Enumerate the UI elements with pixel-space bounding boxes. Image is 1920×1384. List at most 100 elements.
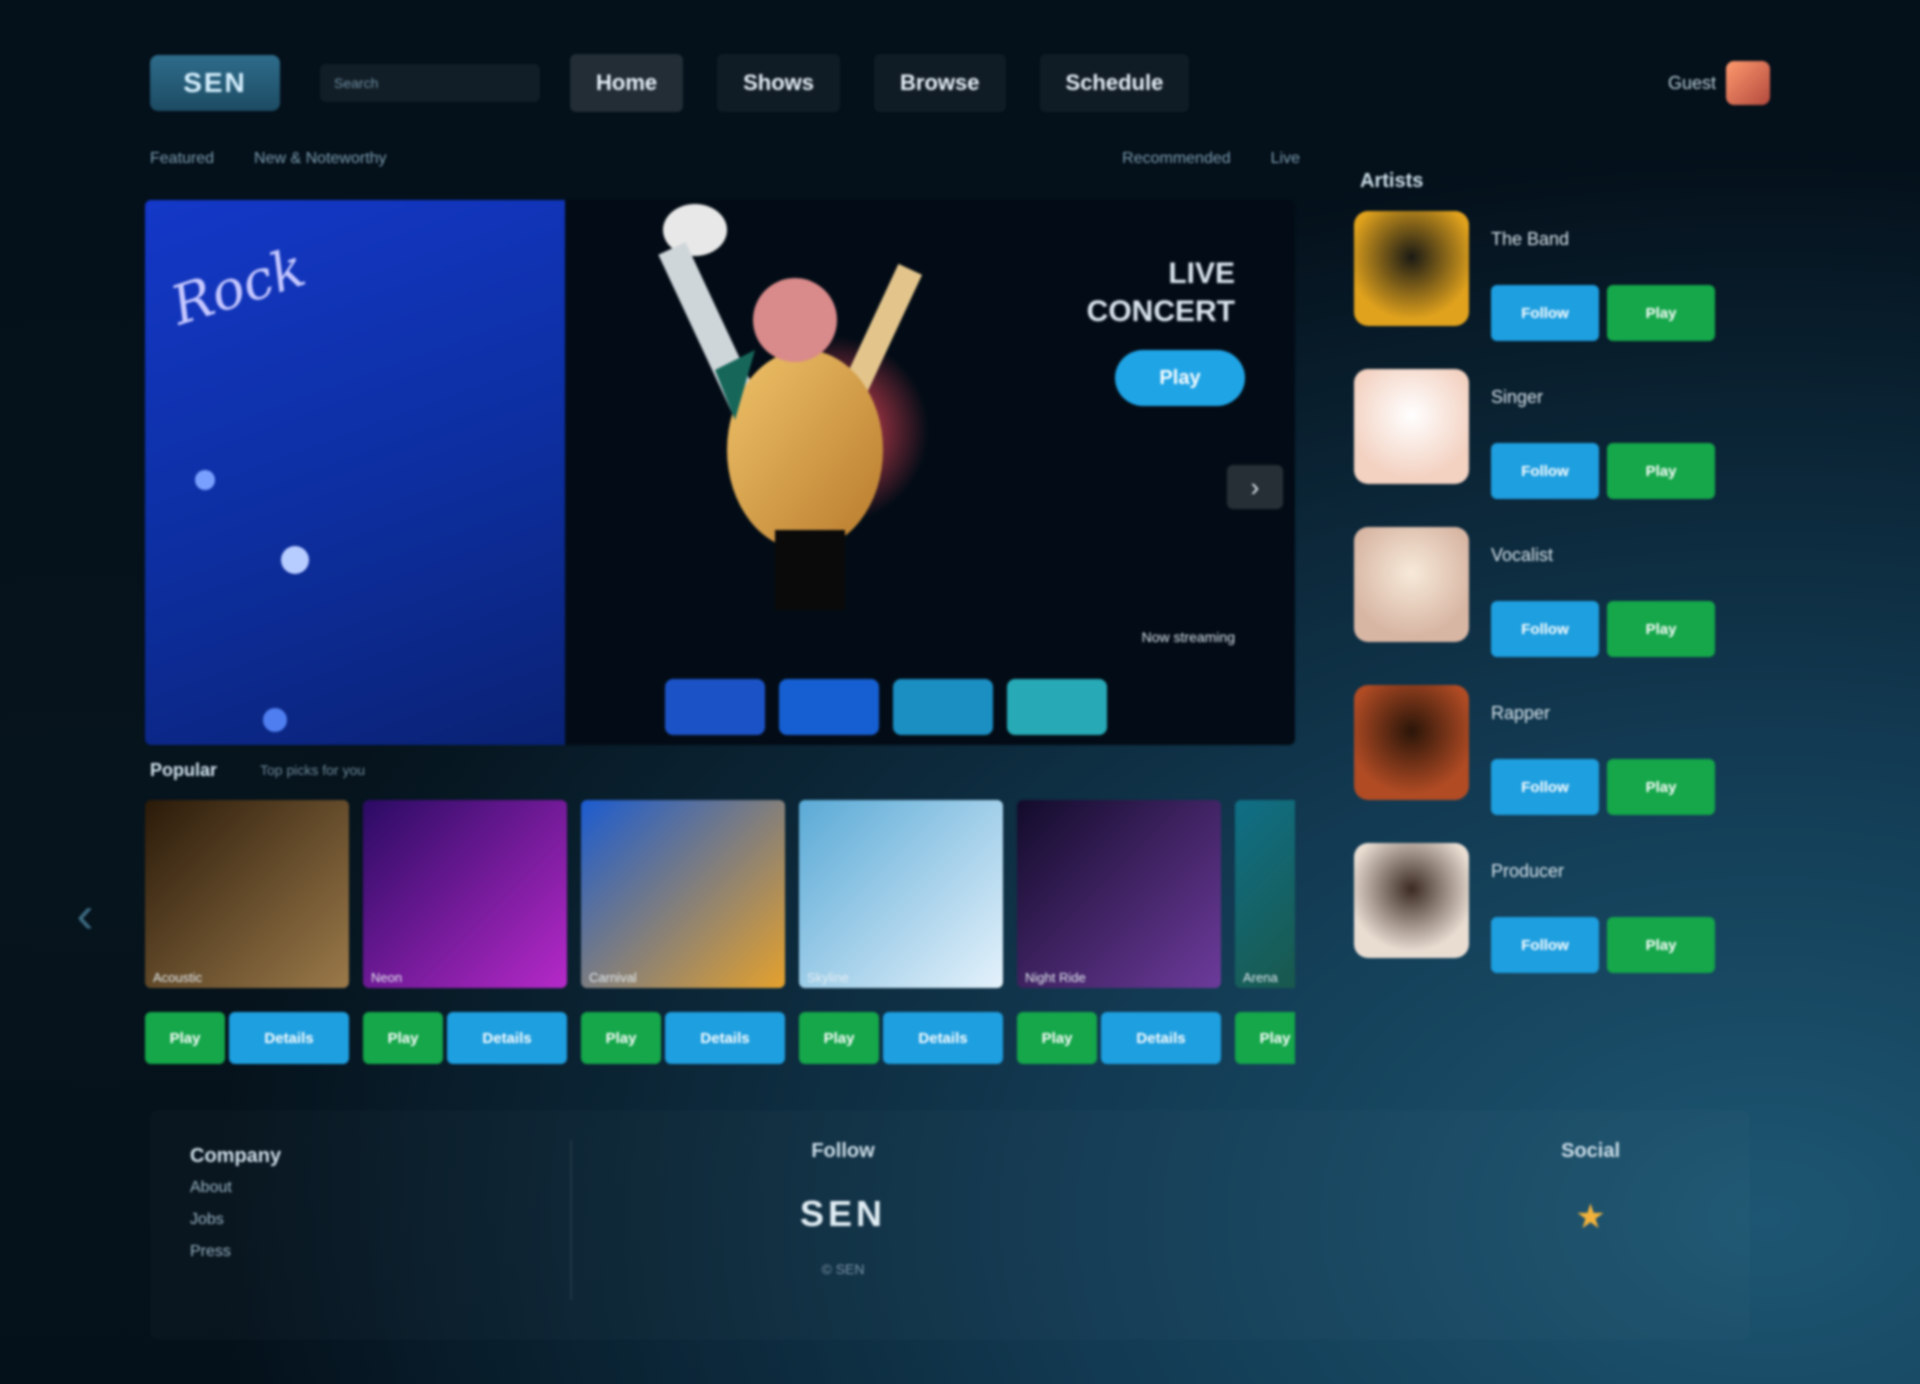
nav-item-shows[interactable]: Shows (717, 54, 841, 112)
tile-details-button[interactable]: Details (229, 1012, 349, 1064)
tile-card[interactable]: Arena PlayDetails (1235, 800, 1295, 1100)
star-icon[interactable]: ★ (1561, 1197, 1620, 1237)
artist-name: Vocalist (1491, 545, 1554, 565)
hero-title: LIVE CONCERT (1087, 255, 1235, 331)
tile-card[interactable]: Neon Play Details (363, 800, 567, 1100)
hero-pill[interactable] (1007, 679, 1107, 735)
logo[interactable]: SEN (150, 55, 280, 111)
tile-details-button[interactable]: Details (1101, 1012, 1221, 1064)
artist-thumbnail[interactable] (1354, 527, 1469, 642)
play-button[interactable]: Play (1607, 443, 1715, 499)
tile-play-button[interactable]: Play (581, 1012, 661, 1064)
tile-artwork[interactable] (1235, 800, 1295, 988)
carousel-prev-icon[interactable]: ‹ (55, 880, 115, 950)
artist-thumbnail[interactable] (1354, 369, 1469, 484)
artist-card[interactable]: Singer Follow Play (1354, 369, 1740, 509)
footer-col-heading: Company (190, 1145, 282, 1167)
tile-details-button[interactable]: Details (447, 1012, 567, 1064)
play-button[interactable]: Play (1607, 917, 1715, 973)
hero-pill[interactable] (779, 679, 879, 735)
hero-play-button[interactable]: Play (1115, 350, 1245, 406)
tile-title: Neon (371, 970, 403, 985)
tile-card[interactable]: Skyline Play Details (799, 800, 1003, 1100)
tile-actions: PlayDetails (581, 1012, 785, 1064)
footer-brand-block: Follow SEN © SEN (800, 1140, 886, 1277)
tile-title: Carnival (589, 970, 637, 985)
hero-title-line2: CONCERT (1086, 295, 1235, 328)
subnav-spacer (427, 150, 1083, 180)
tile-artwork[interactable] (1017, 800, 1221, 988)
tile-artwork[interactable] (581, 800, 785, 988)
avatar[interactable] (1726, 61, 1770, 105)
artist-thumbnail[interactable] (1354, 843, 1469, 958)
hero-banner[interactable]: Rock LIVE CONCERT Play › Now streaming (145, 200, 1295, 745)
footer-link[interactable]: Jobs (190, 1204, 281, 1236)
artist-info: Vocalist Follow Play (1491, 527, 1715, 667)
hero-stars-icon (195, 470, 309, 732)
artist-actions: Follow Play (1491, 443, 1715, 499)
artist-info: Producer Follow Play (1491, 843, 1715, 983)
artist-name: Producer (1491, 861, 1565, 881)
hero-pill[interactable] (665, 679, 765, 735)
tile-details-button[interactable]: Details (665, 1012, 785, 1064)
artist-info: The Band Follow Play (1491, 211, 1715, 351)
artist-info: Singer Follow Play (1491, 369, 1715, 509)
nav-item-browse[interactable]: Browse (874, 54, 1006, 112)
tile-play-button[interactable]: Play (145, 1012, 225, 1064)
play-button[interactable]: Play (1607, 601, 1715, 657)
follow-button[interactable]: Follow (1491, 285, 1599, 341)
artist-card[interactable]: The Band Follow Play (1354, 211, 1740, 351)
follow-button[interactable]: Follow (1491, 917, 1599, 973)
sub-navigation: Featured New & Noteworthy Recommended Li… (150, 150, 1300, 180)
user-name: Guest (1667, 72, 1716, 93)
tile-artwork[interactable] (363, 800, 567, 988)
tile-details-button[interactable]: Details (883, 1012, 1003, 1064)
play-button[interactable]: Play (1607, 285, 1715, 341)
follow-button[interactable]: Follow (1491, 601, 1599, 657)
follow-button[interactable]: Follow (1491, 443, 1599, 499)
guitar-performer-icon (658, 204, 923, 610)
tile-actions: PlayDetails (799, 1012, 1003, 1064)
section-subtitle: Top picks for you (260, 762, 366, 778)
hero-left-panel: Rock (145, 200, 565, 745)
tile-card[interactable]: Acoustic Play Details (145, 800, 349, 1100)
artist-name: The Band (1491, 229, 1570, 249)
tile-card[interactable]: Night Ride Play Details (1017, 800, 1221, 1100)
hero-note: Now streaming (1141, 629, 1235, 645)
artist-name: Singer (1491, 387, 1544, 407)
tile-card[interactable]: Carnival Play Details (581, 800, 785, 1100)
subnav-live[interactable]: Live (1271, 150, 1300, 180)
subnav-featured[interactable]: Featured (150, 150, 214, 180)
footer-copyright: © SEN (821, 1261, 865, 1277)
right-panel-title: Artists (1360, 170, 1424, 192)
tile-play-button[interactable]: Play (1235, 1012, 1295, 1064)
artist-thumbnail[interactable] (1354, 211, 1469, 326)
footer-link[interactable]: Press (190, 1236, 281, 1268)
tile-artwork[interactable] (799, 800, 1003, 988)
tile-title: Arena (1243, 970, 1278, 985)
tile-artwork[interactable] (145, 800, 349, 988)
artist-card[interactable]: Rapper Follow Play (1354, 685, 1740, 825)
artist-thumbnail[interactable] (1354, 685, 1469, 800)
subnav-recommended[interactable]: Recommended (1122, 150, 1231, 180)
hero-pill[interactable] (893, 679, 993, 735)
tile-actions: PlayDetails (145, 1012, 349, 1064)
tile-play-button[interactable]: Play (799, 1012, 879, 1064)
nav-item-home[interactable]: Home (570, 54, 684, 112)
follow-button[interactable]: Follow (1491, 759, 1599, 815)
play-button[interactable]: Play (1607, 759, 1715, 815)
artist-card[interactable]: Producer Follow Play (1354, 843, 1740, 983)
search-input[interactable]: Search (320, 64, 540, 102)
tile-play-button[interactable]: Play (363, 1012, 443, 1064)
tile-play-button[interactable]: Play (1017, 1012, 1097, 1064)
hero-next-button[interactable]: › (1227, 465, 1283, 509)
tile-actions: PlayDetails (1017, 1012, 1221, 1064)
subnav-new[interactable]: New & Noteworthy (254, 150, 387, 180)
footer-link[interactable]: About (190, 1172, 281, 1204)
artist-card[interactable]: Vocalist Follow Play (1354, 527, 1740, 667)
nav-item-schedule[interactable]: Schedule (1039, 54, 1190, 112)
user-menu[interactable]: Guest (1668, 61, 1770, 105)
footer-mid-heading: Follow (811, 1140, 875, 1162)
artist-actions: Follow Play (1491, 917, 1715, 973)
artist-actions: Follow Play (1491, 601, 1715, 657)
